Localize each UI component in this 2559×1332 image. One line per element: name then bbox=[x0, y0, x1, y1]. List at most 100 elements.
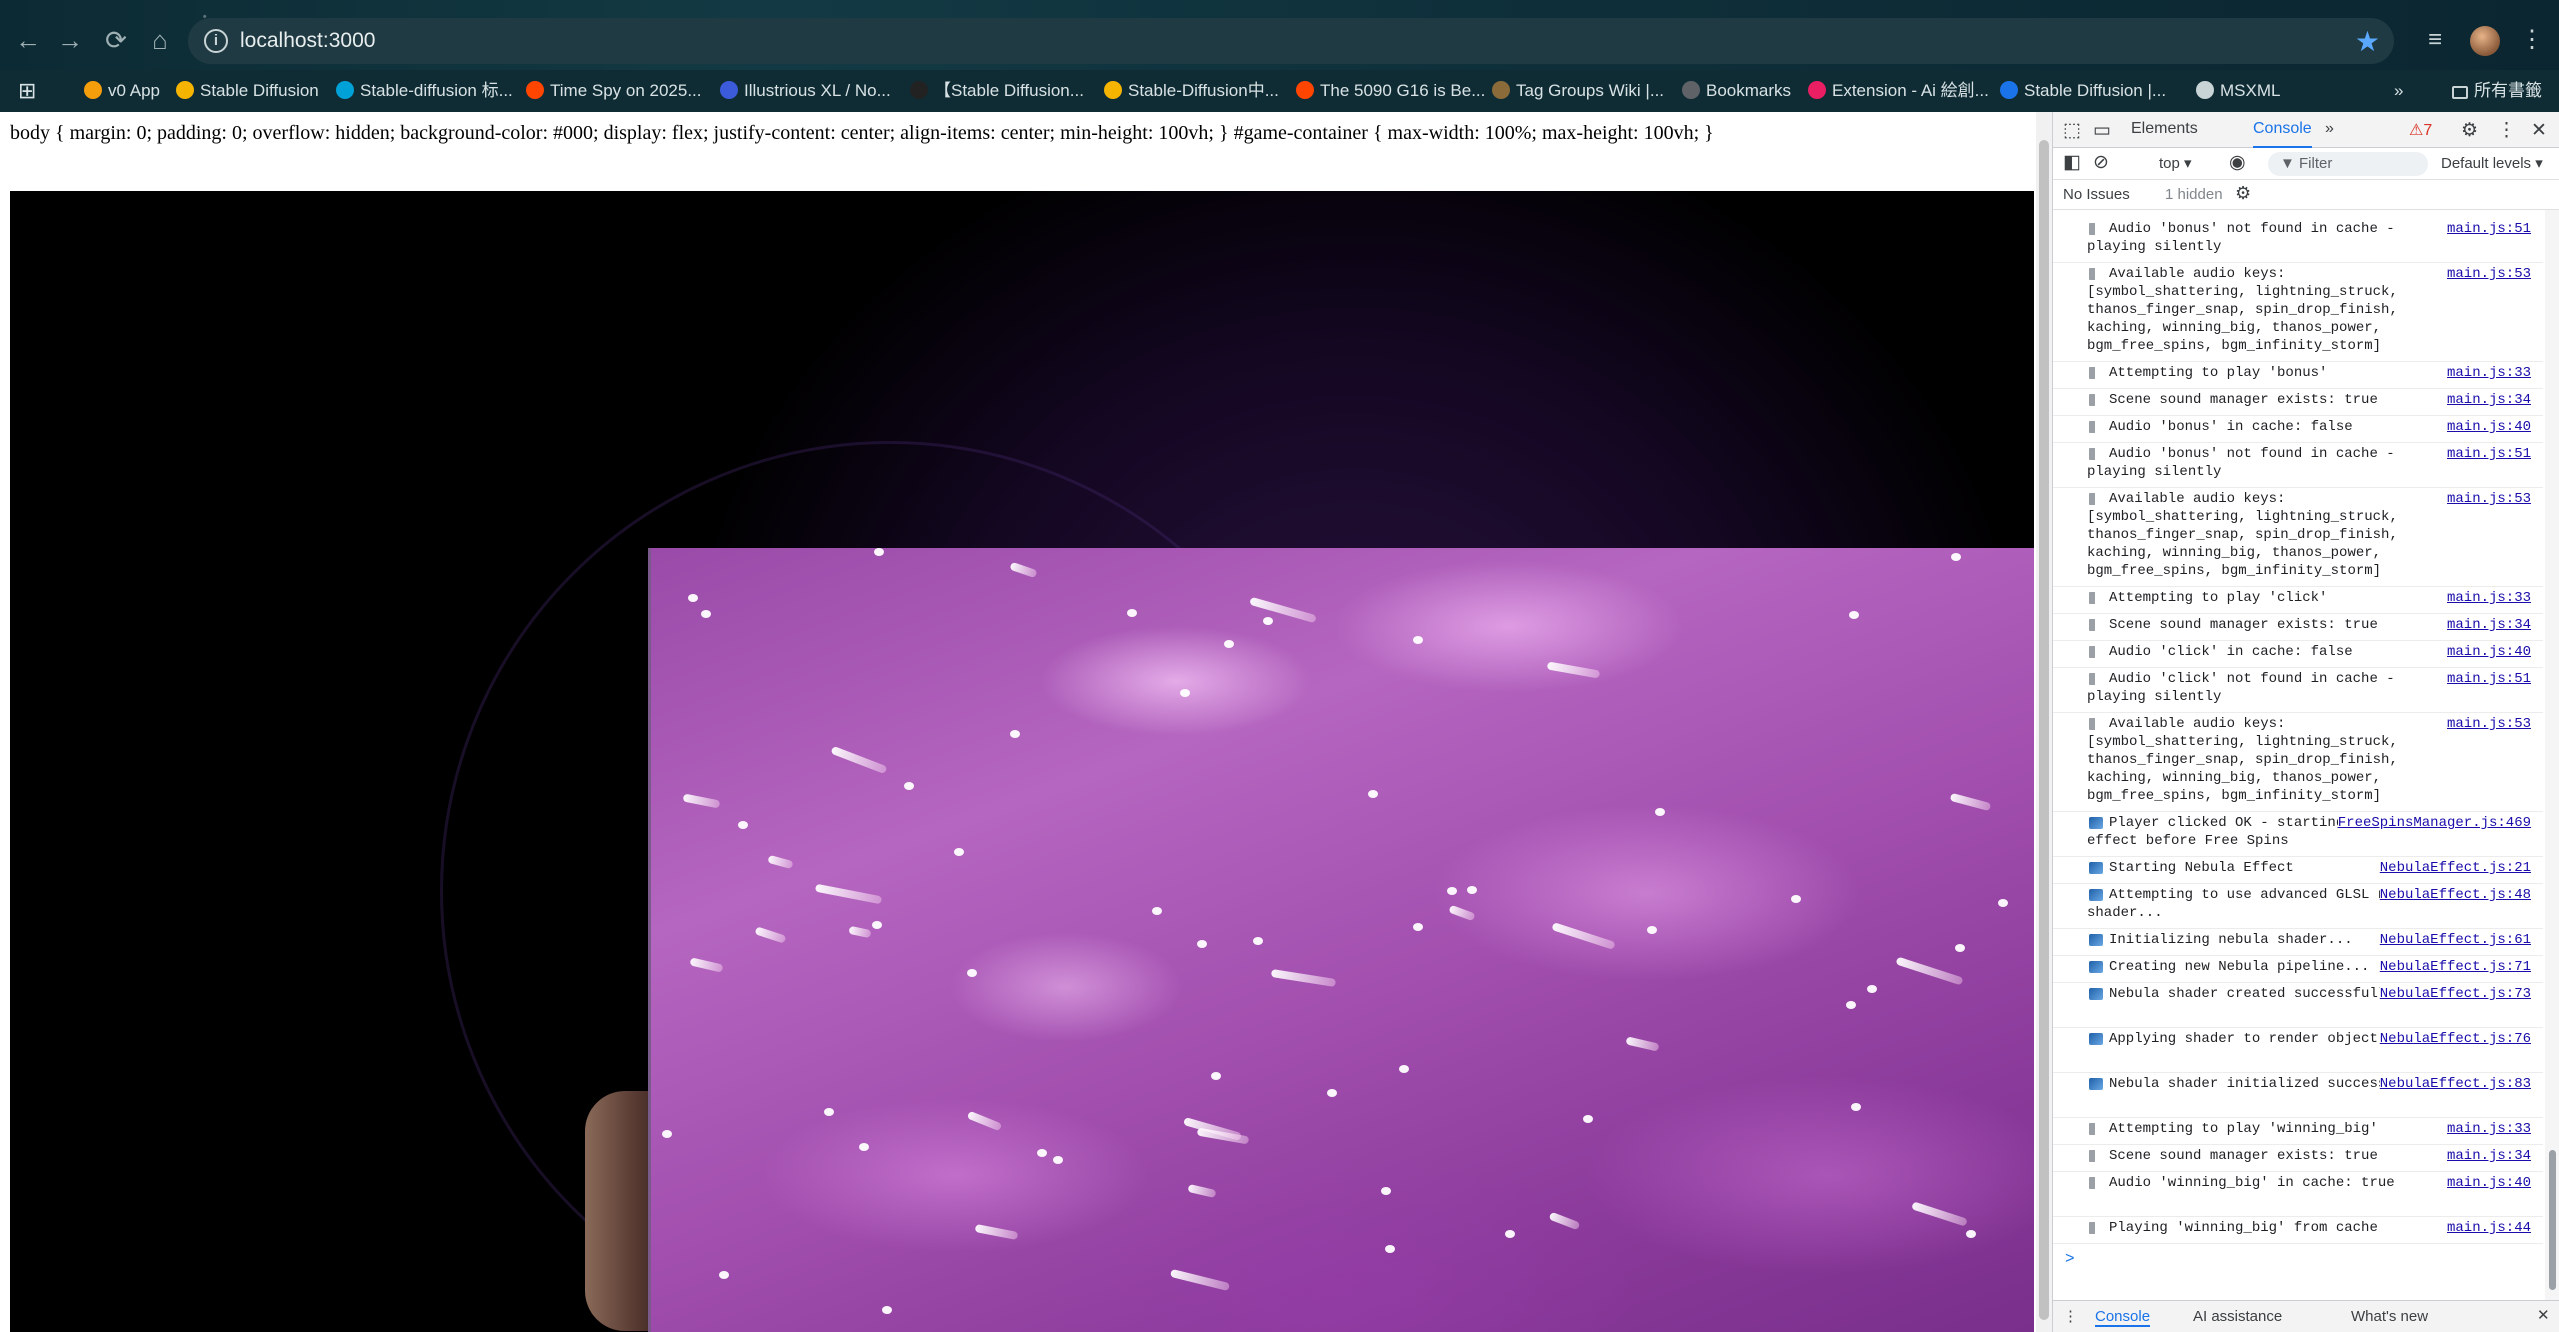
forward-icon[interactable]: → bbox=[52, 22, 88, 58]
console-message[interactable]: Attempting to play 'winning_big' main.js:… bbox=[2053, 1118, 2543, 1145]
console-message[interactable]: Available audio keys: [symbol_shattering… bbox=[2053, 488, 2543, 587]
console-message[interactable]: Audio 'bonus' not found in cache - playi… bbox=[2053, 443, 2543, 488]
log-levels-dropdown[interactable]: Default levels ▾ bbox=[2441, 154, 2543, 172]
clear-console-icon[interactable]: ⊘ bbox=[2093, 151, 2109, 174]
console-message[interactable]: Nebula shader created successfully Nebula… bbox=[2053, 983, 2543, 1028]
drawer-tab-console[interactable]: Console bbox=[2095, 1308, 2151, 1327]
live-expression-eye-icon[interactable]: ◉ bbox=[2229, 151, 2246, 174]
console-source-link[interactable]: main.js:33 bbox=[2446, 364, 2531, 382]
console-scrollbar[interactable] bbox=[2545, 210, 2559, 1300]
console-source-link[interactable]: NebulaEffect.js:71 bbox=[2379, 958, 2531, 976]
bookmark-item[interactable]: Stable-diffusion 标... bbox=[336, 78, 513, 104]
bookmark-star-icon[interactable]: ★ bbox=[2355, 25, 2380, 58]
console-message[interactable]: Initializing nebula shader... NebulaEffec… bbox=[2053, 929, 2543, 956]
page-scrollbar-thumb[interactable] bbox=[2039, 140, 2049, 1320]
console-source-link[interactable]: main.js:44 bbox=[2446, 1219, 2531, 1237]
console-message[interactable]: Applying shader to render object... Nebul… bbox=[2053, 1028, 2543, 1073]
console-source-link[interactable]: NebulaEffect.js:83 bbox=[2379, 1075, 2531, 1093]
console-message[interactable]: Attempting to use advanced GLSL nebula s… bbox=[2053, 884, 2543, 929]
console-scrollbar-thumb[interactable] bbox=[2549, 1150, 2556, 1290]
console-message[interactable]: Scene sound manager exists: true main.js:… bbox=[2053, 614, 2543, 641]
console-source-link[interactable]: FreeSpinsManager.js:469 bbox=[2337, 814, 2531, 832]
console-source-link[interactable]: main.js:34 bbox=[2446, 1147, 2531, 1165]
tab-console[interactable]: Console bbox=[2253, 120, 2312, 148]
console-message[interactable]: Audio 'click' in cache: false main.js:40 bbox=[2053, 641, 2543, 668]
console-source-link[interactable]: main.js:33 bbox=[2446, 589, 2531, 607]
warnings-badge[interactable]: ⚠7 bbox=[2409, 120, 2432, 140]
device-toolbar-icon[interactable]: ▭ bbox=[2093, 119, 2111, 142]
console-source-link[interactable]: main.js:34 bbox=[2446, 391, 2531, 409]
reload-icon[interactable]: ⟳ bbox=[98, 22, 134, 58]
console-source-link[interactable]: main.js:51 bbox=[2446, 670, 2531, 688]
bookmark-item[interactable]: Illustrious XL / No... bbox=[720, 78, 891, 104]
address-bar[interactable]: i localhost:3000 ★ bbox=[188, 18, 2394, 64]
console-message[interactable]: Audio 'bonus' not found in cache - playi… bbox=[2053, 218, 2543, 263]
close-devtools-icon[interactable]: ✕ bbox=[2531, 119, 2547, 142]
console-source-link[interactable]: NebulaEffect.js:73 bbox=[2379, 985, 2531, 1003]
menu-icon[interactable]: ⋮ bbox=[2520, 22, 2544, 58]
console-source-link[interactable]: main.js:51 bbox=[2446, 220, 2531, 238]
console-source-link[interactable]: NebulaEffect.js:21 bbox=[2379, 859, 2531, 877]
console-prompt[interactable]: > bbox=[2065, 1250, 2075, 1268]
console-message[interactable]: Available audio keys: [symbol_shattering… bbox=[2053, 713, 2543, 812]
drawer-tab-ai-assistance[interactable]: AI assistance bbox=[2193, 1308, 2282, 1325]
console-source-link[interactable]: main.js:51 bbox=[2446, 445, 2531, 463]
console-message[interactable]: Scene sound manager exists: true main.js:… bbox=[2053, 1145, 2543, 1172]
bookmark-item[interactable]: MSXML bbox=[2196, 78, 2280, 104]
console-message[interactable]: Nebula shader initialized successfully Ne… bbox=[2053, 1073, 2543, 1118]
console-source-link[interactable]: main.js:40 bbox=[2446, 643, 2531, 661]
console-source-link[interactable]: NebulaEffect.js:76 bbox=[2379, 1030, 2531, 1048]
more-tabs-icon[interactable]: » bbox=[2325, 120, 2334, 138]
devtools-menu-icon[interactable]: ⋮ bbox=[2497, 119, 2516, 142]
console-message[interactable]: Player clicked OK - starting nebula effe… bbox=[2053, 812, 2543, 857]
apps-grid-icon[interactable]: ⊞ bbox=[18, 78, 36, 104]
settings-gear-icon[interactable]: ⚙ bbox=[2461, 119, 2478, 142]
bookmark-item[interactable]: Tag Groups Wiki |... bbox=[1492, 78, 1664, 104]
bookmark-item[interactable]: Stable Diffusion |... bbox=[2000, 78, 2166, 104]
console-message[interactable]: Scene sound manager exists: true main.js:… bbox=[2053, 389, 2543, 416]
profile-avatar[interactable] bbox=[2470, 26, 2500, 56]
page-scrollbar[interactable] bbox=[2036, 112, 2052, 1332]
issues-label[interactable]: No Issues bbox=[2063, 186, 2130, 203]
bookmark-item[interactable]: Stable-Diffusion中... bbox=[1104, 78, 1279, 104]
back-icon[interactable]: ← bbox=[10, 22, 46, 58]
drawer-menu-icon[interactable]: ⋮ bbox=[2063, 1307, 2078, 1325]
console-source-link[interactable]: main.js:53 bbox=[2446, 490, 2531, 508]
all-bookmarks-folder[interactable]: 所有書籤 bbox=[2452, 78, 2542, 104]
console-message[interactable]: Attempting to play 'bonus' main.js:33 bbox=[2053, 362, 2543, 389]
site-info-icon[interactable]: i bbox=[204, 29, 228, 53]
bookmark-item[interactable]: Bookmarks bbox=[1682, 78, 1791, 104]
close-drawer-icon[interactable]: ✕ bbox=[2537, 1306, 2550, 1324]
console-source-link[interactable]: main.js:40 bbox=[2446, 418, 2531, 436]
console-message[interactable]: Creating new Nebula pipeline... NebulaEff… bbox=[2053, 956, 2543, 983]
drawer-tab-whats-new[interactable]: What's new bbox=[2351, 1308, 2428, 1325]
console-settings-icon[interactable]: ⚙ bbox=[2235, 183, 2251, 204]
console-message[interactable]: Attempting to play 'click' main.js:33 bbox=[2053, 587, 2543, 614]
console-source-link[interactable]: NebulaEffect.js:61 bbox=[2379, 931, 2531, 949]
console-filter-input[interactable]: ▼ Filter bbox=[2268, 152, 2428, 176]
bookmark-item[interactable]: Stable Diffusion bbox=[176, 78, 319, 104]
console-source-link[interactable]: main.js:34 bbox=[2446, 616, 2531, 634]
console-message[interactable]: Playing 'winning_big' from cache main.js:… bbox=[2053, 1217, 2543, 1244]
context-selector[interactable]: top ▾ bbox=[2159, 154, 2192, 172]
console-message[interactable]: Audio 'bonus' in cache: false main.js:40 bbox=[2053, 416, 2543, 443]
inspect-element-icon[interactable]: ⬚ bbox=[2063, 119, 2081, 142]
console-message[interactable]: Audio 'click' not found in cache - playi… bbox=[2053, 668, 2543, 713]
console-message[interactable]: Audio 'winning_big' in cache: true main.j… bbox=[2053, 1172, 2543, 1217]
console-message[interactable]: Starting Nebula Effect NebulaEffect.js:21 bbox=[2053, 857, 2543, 884]
bookmark-item[interactable]: Time Spy on 2025... bbox=[526, 78, 702, 104]
bookmark-item[interactable]: v0 App bbox=[84, 78, 160, 104]
console-source-link[interactable]: main.js:53 bbox=[2446, 265, 2531, 283]
tab-elements[interactable]: Elements bbox=[2131, 120, 2198, 138]
console-source-link[interactable]: main.js:53 bbox=[2446, 715, 2531, 733]
home-icon[interactable]: ⌂ bbox=[142, 22, 178, 58]
console-message[interactable]: Available audio keys: [symbol_shattering… bbox=[2053, 263, 2543, 362]
console-source-link[interactable]: main.js:33 bbox=[2446, 1120, 2531, 1138]
url-text[interactable]: localhost:3000 bbox=[240, 29, 375, 53]
console-source-link[interactable]: main.js:40 bbox=[2446, 1174, 2531, 1192]
sidebar-toggle-icon[interactable]: ◧ bbox=[2063, 151, 2081, 174]
bookmarks-overflow-icon[interactable]: » bbox=[2394, 78, 2403, 104]
bookmark-item[interactable]: Extension - Ai 絵創... bbox=[1808, 78, 1989, 104]
media-controls-icon[interactable]: ≡ bbox=[2428, 22, 2442, 58]
bookmark-item[interactable]: 【Stable Diffusion... bbox=[910, 78, 1084, 104]
